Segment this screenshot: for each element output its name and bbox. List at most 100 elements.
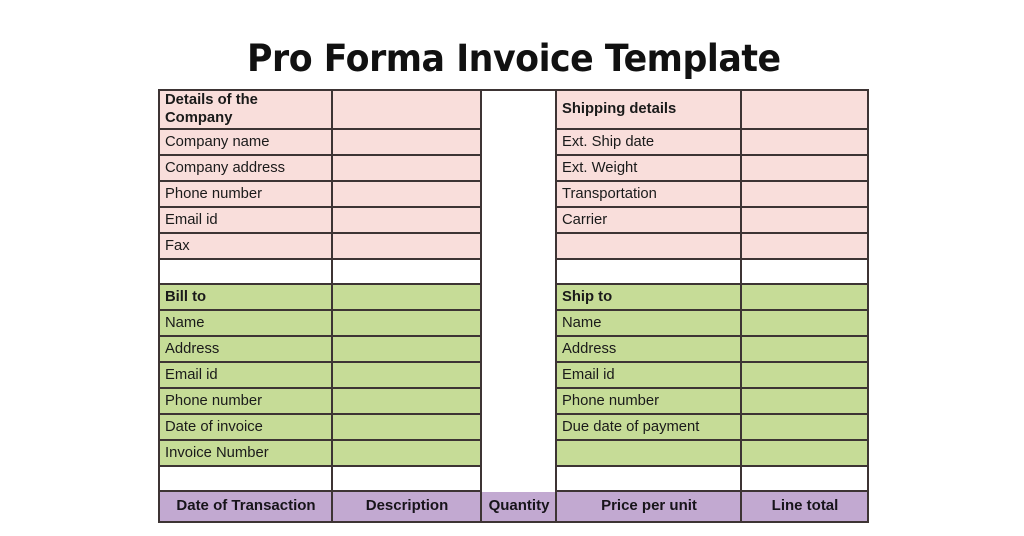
invoice-sheet: Pro Forma Invoice Template Details of th… — [152, 28, 873, 536]
separator-cell — [333, 259, 482, 285]
shipping-field-value[interactable] — [742, 181, 869, 208]
ship-to-field-label: Due date of payment — [557, 414, 742, 441]
ship-to-field-value[interactable] — [742, 362, 869, 389]
bill-to-field-label: Address — [158, 336, 333, 363]
company-field-label: Phone number — [158, 181, 333, 208]
separator-cell — [333, 466, 482, 492]
shipping-field-value[interactable] — [742, 155, 869, 182]
bill-to-header-value[interactable] — [333, 284, 482, 311]
ship-to-field-value[interactable] — [742, 336, 869, 363]
invoice-grid: Details of the Company Shipping details … — [158, 89, 869, 523]
ship-to-field-value[interactable] — [742, 414, 869, 441]
separator-cell — [158, 259, 333, 285]
company-field-value[interactable] — [333, 181, 482, 208]
table-row: Details of the Company Shipping details — [158, 89, 869, 130]
bill-to-field-label: Name — [158, 310, 333, 337]
bill-to-field-label: Date of invoice — [158, 414, 333, 441]
column-header-price-per-unit: Price per unit — [557, 491, 742, 523]
line-items-header-row: Date of Transaction Description Quantity… — [158, 491, 869, 523]
table-row: Name Name — [158, 310, 869, 337]
gap-column-cell — [482, 259, 557, 285]
separator-cell — [742, 259, 869, 285]
column-header-line-total: Line total — [742, 491, 869, 523]
shipping-field-label: Carrier — [557, 207, 742, 234]
shipping-details-header: Shipping details — [557, 89, 742, 130]
shipping-field-label: Ext. Weight — [557, 155, 742, 182]
table-row: Company name Ext. Ship date — [158, 129, 869, 156]
table-row: Invoice Number — [158, 440, 869, 467]
company-field-label: Company name — [158, 129, 333, 156]
ship-to-field-label — [557, 440, 742, 467]
bill-to-field-value[interactable] — [333, 362, 482, 389]
separator-cell — [557, 466, 742, 492]
ship-to-field-value[interactable] — [742, 310, 869, 337]
company-field-label: Fax — [158, 233, 333, 260]
ship-to-header-value[interactable] — [742, 284, 869, 311]
company-field-value[interactable] — [333, 207, 482, 234]
table-row: Bill to Ship to — [158, 284, 869, 311]
gap-column-cell — [482, 440, 557, 467]
gap-column-cell — [482, 388, 557, 415]
shipping-field-label: Transportation — [557, 181, 742, 208]
separator-row — [158, 466, 869, 492]
gap-column-cell — [482, 155, 557, 182]
table-row: Phone number Transportation — [158, 181, 869, 208]
gap-column-cell — [482, 362, 557, 389]
gap-column-cell — [482, 414, 557, 441]
separator-cell — [742, 466, 869, 492]
company-field-value[interactable] — [333, 233, 482, 260]
table-row: Company address Ext. Weight — [158, 155, 869, 182]
table-row: Phone number Phone number — [158, 388, 869, 415]
gap-column-cell — [482, 129, 557, 156]
company-details-header: Details of the Company — [158, 89, 333, 130]
gap-column-cell — [482, 466, 557, 492]
column-header-date-of-transaction: Date of Transaction — [158, 491, 333, 523]
bill-to-header: Bill to — [158, 284, 333, 311]
ship-to-field-label: Address — [557, 336, 742, 363]
page-title-text: Pro Forma Invoice Template — [246, 37, 781, 80]
gap-column-cell — [482, 89, 557, 130]
table-row: Address Address — [158, 336, 869, 363]
bill-to-field-value[interactable] — [333, 440, 482, 467]
bill-to-field-label: Email id — [158, 362, 333, 389]
shipping-field-value[interactable] — [742, 129, 869, 156]
ship-to-field-value[interactable] — [742, 388, 869, 415]
company-field-label: Company address — [158, 155, 333, 182]
bill-to-field-value[interactable] — [333, 336, 482, 363]
ship-to-field-label: Name — [557, 310, 742, 337]
separator-cell — [158, 466, 333, 492]
company-field-value[interactable] — [333, 155, 482, 182]
shipping-field-label: Ext. Ship date — [557, 129, 742, 156]
table-row: Fax — [158, 233, 869, 260]
gap-column-cell — [482, 310, 557, 337]
ship-to-field-value[interactable] — [742, 440, 869, 467]
separator-cell — [557, 259, 742, 285]
column-header-quantity: Quantity — [482, 491, 557, 523]
gap-column-cell — [482, 207, 557, 234]
shipping-field-value[interactable] — [742, 207, 869, 234]
shipping-field-value[interactable] — [742, 233, 869, 260]
company-field-label: Email id — [158, 207, 333, 234]
bill-to-field-label: Phone number — [158, 388, 333, 415]
company-field-value[interactable] — [333, 129, 482, 156]
bill-to-field-value[interactable] — [333, 414, 482, 441]
bill-to-field-label: Invoice Number — [158, 440, 333, 467]
ship-to-field-label: Email id — [557, 362, 742, 389]
column-header-description: Description — [333, 491, 482, 523]
gap-column-cell — [482, 284, 557, 311]
gap-column-cell — [482, 181, 557, 208]
gap-column-cell — [482, 233, 557, 260]
separator-row — [158, 259, 869, 285]
shipping-field-label — [557, 233, 742, 260]
shipping-details-header-value[interactable] — [742, 89, 869, 130]
table-row: Email id Email id — [158, 362, 869, 389]
ship-to-header: Ship to — [557, 284, 742, 311]
bill-to-field-value[interactable] — [333, 388, 482, 415]
company-details-header-value[interactable] — [333, 89, 482, 130]
gap-column-cell — [482, 336, 557, 363]
bill-to-field-value[interactable] — [333, 310, 482, 337]
ship-to-field-label: Phone number — [557, 388, 742, 415]
page-title: Pro Forma Invoice Template — [158, 28, 869, 89]
table-row: Date of invoice Due date of payment — [158, 414, 869, 441]
table-row: Email id Carrier — [158, 207, 869, 234]
